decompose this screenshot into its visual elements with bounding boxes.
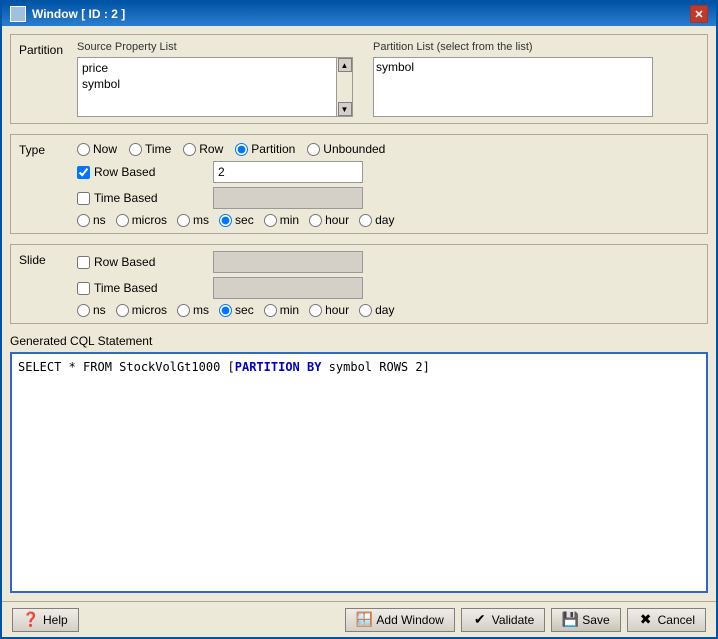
scrollbar[interactable]: ▲ ▼ — [337, 57, 353, 117]
partition-value: symbol — [376, 60, 650, 74]
validate-label: Validate — [492, 613, 534, 627]
cql-text-black1: SELECT * FROM StockVolGt1000 [ — [18, 360, 235, 374]
slide-row-based-input — [213, 251, 363, 273]
type-unit-ms[interactable]: ms — [177, 213, 209, 227]
type-now[interactable]: Now — [77, 142, 117, 156]
slide-time-units: ns micros ms sec min hour day — [77, 303, 699, 317]
type-unit-micros[interactable]: micros — [116, 213, 167, 227]
validate-icon: ✔ — [472, 612, 488, 628]
type-unit-min[interactable]: min — [264, 213, 299, 227]
slide-section: Slide Row Based — [10, 244, 708, 324]
scroll-up-button[interactable]: ▲ — [338, 58, 352, 72]
slide-unit-min[interactable]: min — [264, 303, 299, 317]
partition-list-title: Partition List (select from the list) — [373, 41, 653, 53]
type-unit-day[interactable]: day — [359, 213, 394, 227]
type-row-based-label[interactable]: Row Based — [77, 165, 207, 179]
source-list-container: price symbol ▲ ▼ — [77, 57, 353, 117]
type-time-units: ns micros ms sec min hour day — [77, 213, 699, 227]
window-title: Window [ ID : 2 ] — [32, 7, 125, 21]
slide-unit-ns[interactable]: ns — [77, 303, 106, 317]
partition-list-col: Partition List (select from the list) sy… — [373, 41, 653, 117]
validate-button[interactable]: ✔ Validate — [461, 608, 545, 632]
slide-unit-micros[interactable]: micros — [116, 303, 167, 317]
type-time[interactable]: Time — [129, 142, 171, 156]
main-content: Partition Source Property List price sym… — [2, 26, 716, 601]
partition-label: Partition — [19, 41, 69, 57]
type-unit-ns[interactable]: ns — [77, 213, 106, 227]
type-unbounded-radio[interactable] — [307, 143, 320, 156]
type-partition[interactable]: Partition — [235, 142, 295, 156]
help-icon: ❓ — [23, 612, 39, 628]
footer: ❓ Help 🪟 Add Window ✔ Validate 💾 Save ✖ … — [2, 601, 716, 637]
type-time-based-text: Time Based — [94, 191, 158, 205]
type-row-based-checkbox[interactable] — [77, 166, 90, 179]
list-item: price — [80, 60, 334, 76]
type-time-radio[interactable] — [129, 143, 142, 156]
slide-unit-ms[interactable]: ms — [177, 303, 209, 317]
type-time-based-row: Time Based — [77, 187, 699, 209]
type-unit-hour[interactable]: hour — [309, 213, 349, 227]
scroll-down-button[interactable]: ▼ — [338, 102, 352, 116]
slide-time-based-label[interactable]: Time Based — [77, 281, 207, 295]
type-row-radio[interactable] — [183, 143, 196, 156]
title-bar: Window [ ID : 2 ] ✕ — [2, 2, 716, 26]
help-label: Help — [43, 613, 68, 627]
slide-unit-sec[interactable]: sec — [219, 303, 254, 317]
list-item: symbol — [80, 76, 334, 92]
add-window-label: Add Window — [376, 613, 443, 627]
source-property-col: Source Property List price symbol ▲ ▼ — [77, 41, 353, 117]
cql-statement-box[interactable]: SELECT * FROM StockVolGt1000 [PARTITION … — [10, 352, 708, 593]
slide-row-based-row: Row Based — [77, 251, 699, 273]
slide-row-based-text: Row Based — [94, 255, 155, 269]
close-button[interactable]: ✕ — [690, 5, 708, 23]
slide-time-based-row: Time Based — [77, 277, 699, 299]
main-window: Window [ ID : 2 ] ✕ Partition Source Pro… — [0, 0, 718, 639]
source-list-title: Source Property List — [77, 41, 353, 53]
slide-time-based-checkbox[interactable] — [77, 282, 90, 295]
save-label: Save — [582, 613, 609, 627]
type-section: Type Now Time Row Partition — [10, 134, 708, 234]
slide-time-based-text: Time Based — [94, 281, 158, 295]
cql-section: Generated CQL Statement SELECT * FROM St… — [10, 334, 708, 593]
cql-title: Generated CQL Statement — [10, 334, 708, 348]
title-bar-left: Window [ ID : 2 ] — [10, 6, 125, 22]
source-property-list[interactable]: price symbol — [77, 57, 337, 117]
cancel-icon: ✖ — [638, 612, 654, 628]
slide-row-based-checkbox[interactable] — [77, 256, 90, 269]
type-row-based-text: Row Based — [94, 165, 155, 179]
type-row-based-input[interactable] — [213, 161, 363, 183]
type-unbounded[interactable]: Unbounded — [307, 142, 385, 156]
cancel-button[interactable]: ✖ Cancel — [627, 608, 706, 632]
slide-row-based-label[interactable]: Row Based — [77, 255, 207, 269]
type-now-radio[interactable] — [77, 143, 90, 156]
type-partition-radio[interactable] — [235, 143, 248, 156]
cql-text-black2: symbol ROWS 2] — [321, 360, 429, 374]
add-window-button[interactable]: 🪟 Add Window — [345, 608, 454, 632]
slide-unit-day[interactable]: day — [359, 303, 394, 317]
slide-time-based-input — [213, 277, 363, 299]
footer-right: 🪟 Add Window ✔ Validate 💾 Save ✖ Cancel — [345, 608, 706, 632]
slide-unit-hour[interactable]: hour — [309, 303, 349, 317]
help-button[interactable]: ❓ Help — [12, 608, 79, 632]
type-unit-sec[interactable]: sec — [219, 213, 254, 227]
type-time-based-checkbox[interactable] — [77, 192, 90, 205]
type-label: Type — [19, 141, 69, 157]
type-time-based-label[interactable]: Time Based — [77, 191, 207, 205]
footer-left: ❓ Help — [12, 608, 79, 632]
cql-text-blue: PARTITION BY — [235, 360, 322, 374]
type-row-based-row: Row Based — [77, 161, 699, 183]
type-time-based-input — [213, 187, 363, 209]
partition-section: Partition Source Property List price sym… — [10, 34, 708, 124]
window-icon — [10, 6, 26, 22]
save-icon: 💾 — [562, 612, 578, 628]
cancel-label: Cancel — [658, 613, 695, 627]
save-button[interactable]: 💾 Save — [551, 608, 620, 632]
add-window-icon: 🪟 — [356, 612, 372, 628]
type-radio-group: Now Time Row Partition Unbounded — [77, 142, 385, 156]
slide-label: Slide — [19, 251, 69, 267]
type-row[interactable]: Row — [183, 142, 223, 156]
partition-list[interactable]: symbol — [373, 57, 653, 117]
